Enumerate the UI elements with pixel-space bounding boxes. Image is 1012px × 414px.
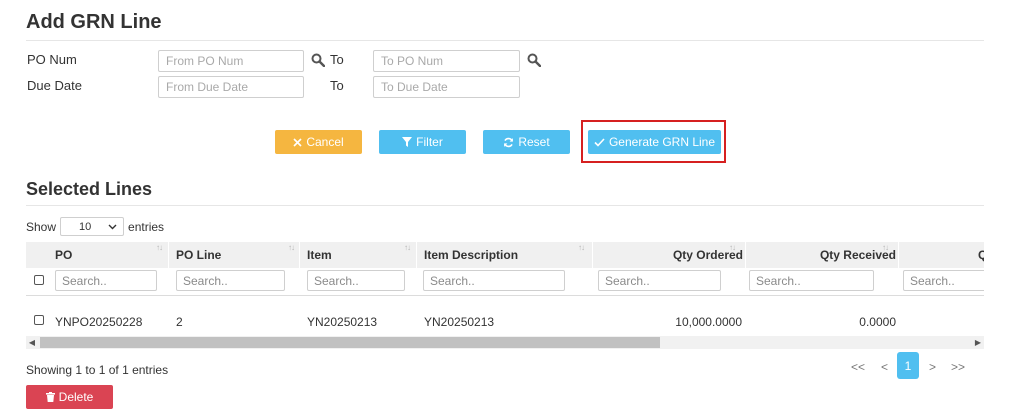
filter-icon — [402, 137, 413, 147]
col-header-qty-ordered[interactable]: Qty Ordered — [592, 242, 743, 268]
reset-button-label: Reset — [518, 135, 550, 149]
filter-button-label: Filter — [416, 135, 443, 149]
cell-qty-ordered: 10,000.0000 — [675, 315, 742, 329]
section-divider — [26, 205, 984, 206]
column-separator — [898, 242, 899, 268]
page-title: Add GRN Line — [26, 11, 162, 33]
page-size-control: Show 10 entries — [26, 217, 164, 236]
row-divider — [26, 295, 984, 296]
col-header-next[interactable]: Q — [978, 242, 984, 268]
sort-icon[interactable]: ↑↓ — [404, 243, 411, 252]
row-checkbox[interactable] — [34, 315, 44, 325]
due-date-label: Due Date — [27, 78, 82, 93]
table-info: Showing 1 to 1 of 1 entries — [26, 363, 169, 377]
sort-icon[interactable]: ↑↓ — [882, 243, 889, 252]
horizontal-scrollbar[interactable]: ◀ ▶ — [26, 336, 984, 349]
sort-icon[interactable]: ↑↓ — [288, 243, 295, 252]
sort-icon[interactable]: ↑↓ — [578, 243, 585, 252]
search-input-po-line[interactable] — [176, 270, 285, 291]
pager-current-page[interactable]: 1 — [897, 352, 919, 379]
pager-last[interactable]: >> — [951, 360, 965, 374]
search-input-qty-ordered[interactable] — [598, 270, 721, 291]
col-header-item-description[interactable]: Item Description — [424, 242, 518, 268]
show-label: Show — [26, 219, 57, 234]
sort-icon[interactable]: ↑↓ — [729, 243, 736, 252]
po-num-label: PO Num — [27, 52, 77, 67]
magnifier-icon[interactable] — [527, 53, 541, 67]
search-input-next[interactable] — [903, 270, 984, 291]
select-all-checkbox[interactable] — [34, 275, 44, 285]
cell-po: YNPO20250228 — [55, 315, 143, 329]
scrollbar-thumb[interactable] — [40, 337, 660, 348]
cell-item-description: YN20250213 — [424, 315, 495, 329]
from-po-num-input[interactable] — [158, 50, 304, 72]
section-title: Selected Lines — [26, 179, 153, 199]
highlight-box — [581, 120, 726, 163]
reset-button[interactable]: Reset — [483, 130, 570, 154]
entries-label: entries — [128, 219, 165, 234]
col-header-qty-received[interactable]: Qty Received — [745, 242, 896, 268]
delete-button-label: Delete — [58, 390, 94, 404]
column-separator — [416, 242, 417, 268]
cell-item: YN20250213 — [307, 315, 378, 329]
pager-next[interactable]: > — [929, 360, 936, 374]
from-due-date-input[interactable] — [158, 76, 304, 98]
col-header-item[interactable]: Item — [307, 242, 332, 268]
scroll-right-icon[interactable]: ▶ — [972, 336, 984, 349]
magnifier-icon[interactable] — [311, 53, 325, 67]
sort-icon[interactable]: ↑↓ — [156, 243, 163, 252]
filter-button[interactable]: Filter — [379, 130, 466, 154]
close-icon — [293, 137, 302, 147]
to-label-po: To — [330, 52, 344, 67]
cancel-button-label: Cancel — [306, 135, 344, 149]
refresh-icon — [504, 137, 514, 147]
column-separator — [168, 242, 169, 268]
title-divider — [26, 40, 984, 41]
scroll-left-icon[interactable]: ◀ — [26, 336, 38, 349]
col-header-po[interactable]: PO — [55, 242, 72, 268]
to-label-due: To — [330, 78, 344, 93]
lines-table: PO ↑↓ PO Line ↑↓ Item ↑↓ Item Descriptio… — [26, 242, 984, 350]
cell-qty-received: 0.0000 — [859, 315, 896, 329]
pager-prev[interactable]: < — [881, 360, 888, 374]
search-input-item[interactable] — [307, 270, 405, 291]
cancel-button[interactable]: Cancel — [275, 130, 362, 154]
search-input-po[interactable] — [55, 270, 157, 291]
search-input-qty-received[interactable] — [749, 270, 874, 291]
page-size-select[interactable]: 10 — [60, 217, 125, 236]
column-separator — [299, 242, 300, 268]
chevron-down-icon — [108, 224, 117, 229]
to-due-date-input[interactable] — [373, 76, 520, 98]
search-input-item-description[interactable] — [423, 270, 565, 291]
page-size-value: 10 — [79, 220, 92, 233]
col-header-po-line[interactable]: PO Line — [176, 242, 221, 268]
cell-po-line: 2 — [176, 315, 183, 329]
trash-icon — [45, 392, 55, 402]
pager-first[interactable]: << — [851, 360, 865, 374]
delete-button[interactable]: Delete — [26, 385, 113, 409]
to-po-num-input[interactable] — [373, 50, 520, 72]
